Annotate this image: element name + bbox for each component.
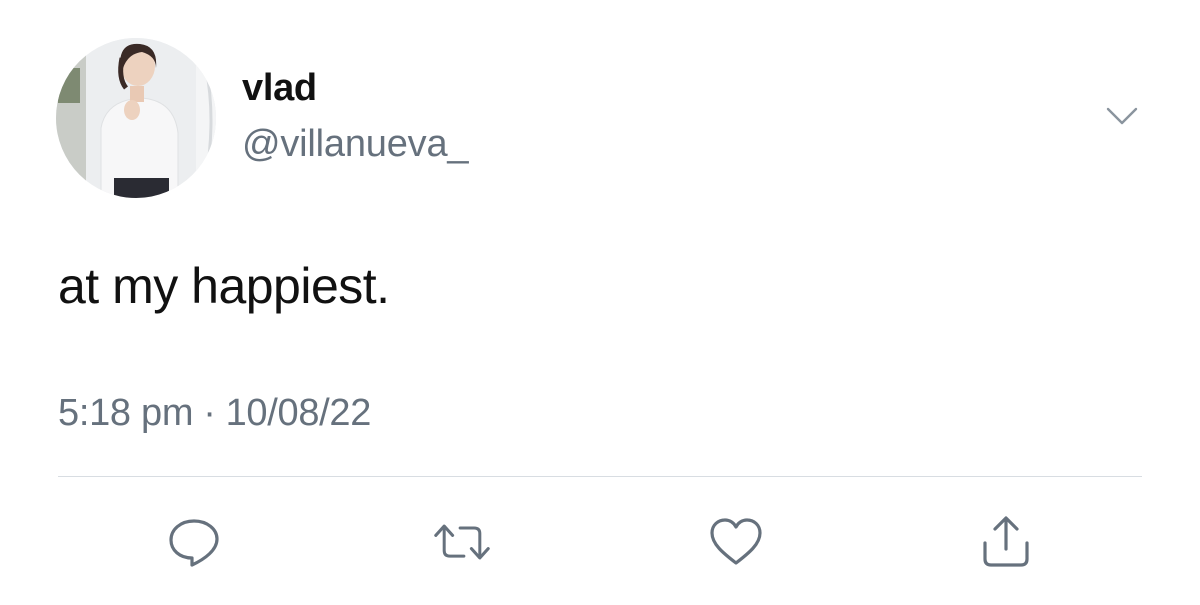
user-handle[interactable]: @villanueva_ bbox=[242, 122, 469, 166]
avatar-image bbox=[56, 38, 216, 198]
heart-icon bbox=[710, 518, 762, 565]
share-button[interactable] bbox=[976, 512, 1036, 572]
divider bbox=[58, 476, 1142, 477]
tweet-menu-button[interactable] bbox=[1102, 100, 1142, 130]
tweet-date: 10/08/22 bbox=[225, 392, 372, 434]
tweet-text: at my happiest. bbox=[58, 258, 390, 314]
tweet-time: 5:18 pm bbox=[58, 392, 194, 434]
retweet-icon bbox=[434, 524, 490, 560]
display-name[interactable]: vlad bbox=[242, 66, 317, 110]
timestamp-separator: · bbox=[203, 392, 216, 434]
reply-button[interactable] bbox=[164, 512, 224, 572]
reply-icon bbox=[169, 519, 219, 567]
retweet-button[interactable] bbox=[432, 512, 492, 572]
chevron-down-icon bbox=[1106, 107, 1138, 125]
tweet-timestamp[interactable]: 5:18 pm · 10/08/22 bbox=[58, 390, 371, 436]
like-button[interactable] bbox=[706, 512, 766, 572]
share-icon bbox=[983, 516, 1029, 567]
tweet-card: vlad @villanueva_ at my happiest. 5:18 p… bbox=[0, 0, 1200, 605]
avatar[interactable] bbox=[56, 38, 216, 198]
